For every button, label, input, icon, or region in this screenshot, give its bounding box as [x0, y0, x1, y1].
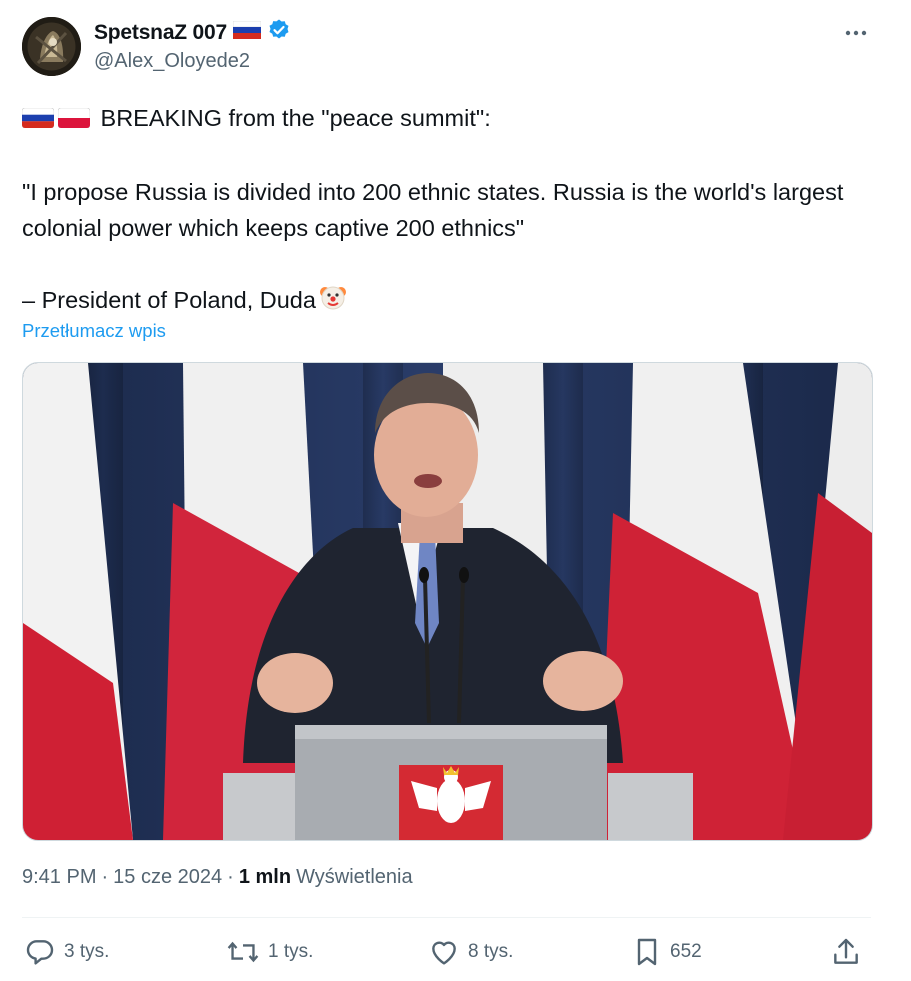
tweet-actions: 3 tys. 1 tys. 8 tys. 652 [22, 936, 871, 976]
tweet-time[interactable]: 9:41 PM [22, 866, 96, 889]
tweet-text: BREAKING from the "peace summit": "I pro… [21, 100, 882, 322]
tweet-attribution: – President of Poland, Duda [22, 282, 882, 322]
tweet-line-breaking: BREAKING from the "peace summit": [21, 100, 882, 138]
share-icon [830, 936, 862, 968]
tweet-quote: "I propose Russia is divided into 200 et… [22, 178, 844, 241]
repost-button[interactable]: 1 tys. [226, 936, 313, 968]
press-conference-photo [23, 363, 872, 840]
russia-flag-icon [232, 20, 262, 44]
meta-separator: · [227, 866, 234, 888]
like-count: 8 tys. [468, 941, 514, 962]
avatar[interactable] [22, 17, 81, 76]
repost-icon [226, 936, 260, 968]
reply-button[interactable]: 3 tys. [24, 936, 109, 968]
clown-face-icon [318, 282, 348, 322]
tweet-image[interactable] [22, 362, 873, 841]
views-label: Wyświetlenia [296, 866, 413, 888]
russia-flag-icon [21, 102, 55, 138]
views-count: 1 mln [238, 866, 292, 888]
tweet-date[interactable]: 15 cze 2024 [113, 866, 222, 889]
meta-separator: · [101, 866, 109, 888]
author-handle[interactable]: @Alex_Oloyede2 [94, 50, 250, 73]
author-name-row[interactable]: SpetsnaZ 007 [94, 18, 291, 47]
bookmark-button[interactable]: 652 [632, 936, 702, 968]
heart-icon [428, 936, 460, 968]
like-button[interactable]: 8 tys. [428, 936, 513, 968]
bookmark-icon [632, 936, 662, 968]
divider [22, 917, 871, 918]
poland-flag-icon [57, 102, 91, 138]
tweet-attribution-text: – President of Poland, Duda [22, 287, 316, 313]
tweet-headline: BREAKING from the "peace summit": [100, 105, 491, 131]
display-name[interactable]: SpetsnaZ 007 [94, 21, 227, 45]
tweet-meta: 9:41 PM · 15 cze 2024 · 1 mln Wyświetlen… [22, 866, 413, 889]
share-button[interactable] [830, 936, 862, 968]
reply-icon [24, 936, 56, 968]
repost-count: 1 tys. [268, 941, 314, 962]
more-options-icon[interactable] [843, 20, 869, 46]
translate-post-link[interactable]: Przetłumacz wpis [22, 320, 166, 342]
verified-badge-icon [267, 18, 291, 47]
bookmark-count: 652 [670, 941, 702, 962]
reply-count: 3 tys. [64, 941, 110, 962]
